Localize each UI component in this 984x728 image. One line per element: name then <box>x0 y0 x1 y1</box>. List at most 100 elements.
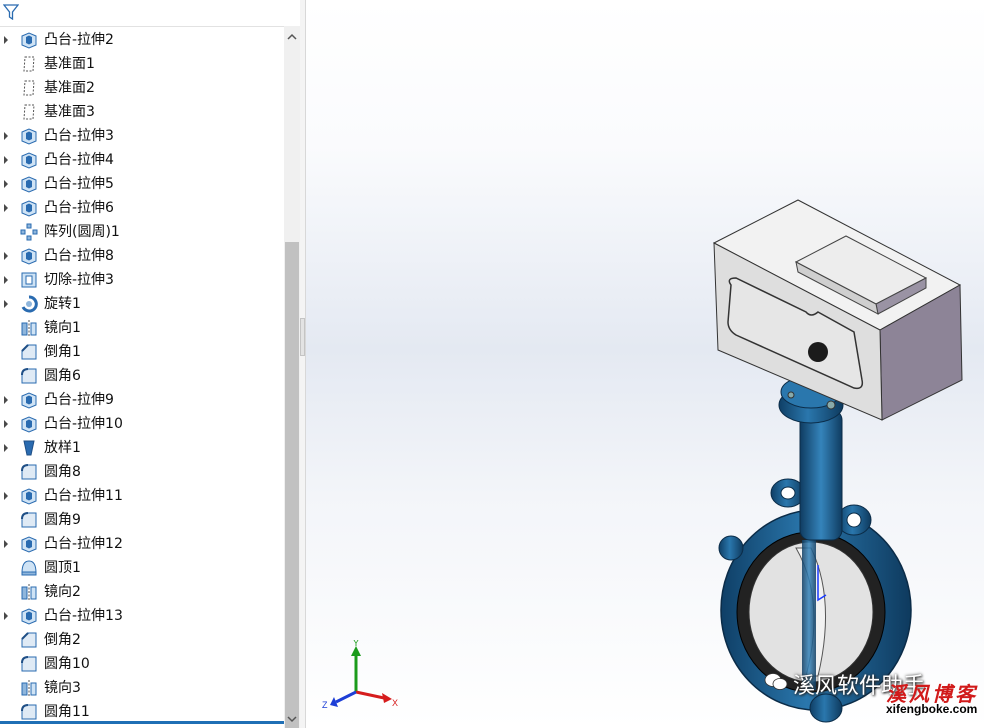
extrude-icon <box>20 415 38 433</box>
chamfer-icon <box>20 631 38 649</box>
tree-item[interactable]: 圆角11 <box>0 700 284 724</box>
mirror-icon <box>20 679 38 697</box>
tree-item[interactable]: 圆顶1 <box>0 556 284 580</box>
tree-item[interactable]: 凸台-拉伸3 <box>0 124 284 148</box>
mirror-icon <box>20 583 38 601</box>
tree-item[interactable]: 凸台-拉伸2 <box>0 28 284 52</box>
fillet-icon <box>20 367 38 385</box>
wechat-icon <box>764 673 788 690</box>
tree-item[interactable]: 凸台-拉伸9 <box>0 388 284 412</box>
tree-item[interactable]: 切除-拉伸3 <box>0 268 284 292</box>
expand-arrow-icon[interactable] <box>4 156 8 164</box>
tree-item-label: 凸台-拉伸2 <box>44 32 114 48</box>
tree-item-label: 凸台-拉伸9 <box>44 392 114 408</box>
scroll-up-arrow-icon[interactable] <box>284 30 300 44</box>
tree-item-label: 镜向3 <box>44 680 81 696</box>
expand-arrow-icon[interactable] <box>4 180 8 188</box>
tree-item[interactable]: 圆角8 <box>0 460 284 484</box>
splitter-grip[interactable] <box>300 318 305 356</box>
tree-item-label: 镜向1 <box>44 320 81 336</box>
coordinate-triad: Y X Z <box>322 640 398 710</box>
tree-item[interactable]: 镜向2 <box>0 580 284 604</box>
blog-url: xifengboke.com <box>886 702 978 716</box>
circular-pattern-icon <box>20 223 38 241</box>
x-axis-label: X <box>392 698 398 708</box>
tree-item-label: 凸台-拉伸13 <box>44 608 123 624</box>
tree-item[interactable]: 圆角10 <box>0 652 284 676</box>
expand-arrow-icon[interactable] <box>4 132 8 140</box>
extrude-icon <box>20 247 38 265</box>
expand-arrow-icon[interactable] <box>4 300 8 308</box>
filter-icon[interactable] <box>3 4 19 20</box>
butterfly-valve-model[interactable] <box>306 0 984 728</box>
tree-item-label: 凸台-拉伸8 <box>44 248 114 264</box>
tree-item-label: 倒角1 <box>44 344 81 360</box>
extrude-icon <box>20 535 38 553</box>
electric-actuator <box>712 199 963 421</box>
tree-item[interactable]: 镜向1 <box>0 316 284 340</box>
tree-item[interactable]: 圆角9 <box>0 508 284 532</box>
tree-item[interactable]: 倒角1 <box>0 340 284 364</box>
tree-item[interactable]: 倒角2 <box>0 628 284 652</box>
z-axis-label: Z <box>322 700 328 710</box>
tree-item[interactable]: 凸台-拉伸11 <box>0 484 284 508</box>
tree-item-label: 凸台-拉伸11 <box>44 488 123 504</box>
tree-item-label: 放样1 <box>44 440 81 456</box>
tree-item-label: 基准面2 <box>44 80 95 96</box>
extrude-icon <box>20 199 38 217</box>
scrollbar-thumb[interactable] <box>285 242 299 728</box>
tree-item-label: 凸台-拉伸12 <box>44 536 123 552</box>
scroll-down-arrow-icon[interactable] <box>284 712 300 726</box>
tree-item[interactable]: 凸台-拉伸6 <box>0 196 284 220</box>
tree-item[interactable]: 凸台-拉伸13 <box>0 604 284 628</box>
tree-item-label: 凸台-拉伸6 <box>44 200 114 216</box>
tree-item-label: 圆角8 <box>44 464 81 480</box>
expand-arrow-icon[interactable] <box>4 492 8 500</box>
mirror-icon <box>20 319 38 337</box>
tree-item[interactable]: 镜向3 <box>0 676 284 700</box>
expand-arrow-icon[interactable] <box>4 396 8 404</box>
expand-arrow-icon[interactable] <box>4 420 8 428</box>
expand-arrow-icon[interactable] <box>4 204 8 212</box>
plane-icon <box>20 55 38 73</box>
z-axis-line <box>335 690 357 704</box>
dome-icon <box>20 559 38 577</box>
tree-item[interactable]: 旋转1 <box>0 292 284 316</box>
expand-arrow-icon[interactable] <box>4 540 8 548</box>
tree-item[interactable]: 凸台-拉伸12 <box>0 532 284 556</box>
tree-item[interactable]: 放样1 <box>0 436 284 460</box>
tree-item-label: 凸台-拉伸3 <box>44 128 114 144</box>
tree-item[interactable]: 阵列(圆周)1 <box>0 220 284 244</box>
tree-item[interactable]: 基准面3 <box>0 100 284 124</box>
plane-icon <box>20 103 38 121</box>
fillet-icon <box>20 703 38 721</box>
tree-item[interactable]: 凸台-拉伸8 <box>0 244 284 268</box>
extrude-icon <box>20 151 38 169</box>
tree-item-label: 镜向2 <box>44 584 81 600</box>
tree-item[interactable]: 凸台-拉伸4 <box>0 148 284 172</box>
tree-item[interactable]: 凸台-拉伸5 <box>0 172 284 196</box>
y-axis-label: Y <box>353 640 359 648</box>
expand-arrow-icon[interactable] <box>4 444 8 452</box>
expand-arrow-icon[interactable] <box>4 612 8 620</box>
tree-item[interactable]: 圆角6 <box>0 364 284 388</box>
filter-bar <box>0 0 300 27</box>
tree-item-label: 圆角6 <box>44 368 81 384</box>
tree-item-label: 圆顶1 <box>44 560 81 576</box>
expand-arrow-icon[interactable] <box>4 36 8 44</box>
expand-arrow-icon[interactable] <box>4 252 8 260</box>
tree-item[interactable]: 基准面2 <box>0 76 284 100</box>
tree-item[interactable]: 凸台-拉伸10 <box>0 412 284 436</box>
x-axis-line <box>355 690 385 700</box>
extrude-icon <box>20 175 38 193</box>
tree-item-label: 凸台-拉伸5 <box>44 176 114 192</box>
cut-extrude-icon <box>20 271 38 289</box>
tree-item-label: 倒角2 <box>44 632 81 648</box>
graphics-viewport[interactable]: Y X Z 溪风软件助手 溪风博客 xifengboke.com <box>306 0 984 728</box>
tree-item-label: 阵列(圆周)1 <box>44 224 120 240</box>
extrude-icon <box>20 487 38 505</box>
expand-arrow-icon[interactable] <box>4 276 8 284</box>
tree-scrollbar[interactable] <box>284 26 300 728</box>
tree-item[interactable]: 基准面1 <box>0 52 284 76</box>
fillet-icon <box>20 655 38 673</box>
